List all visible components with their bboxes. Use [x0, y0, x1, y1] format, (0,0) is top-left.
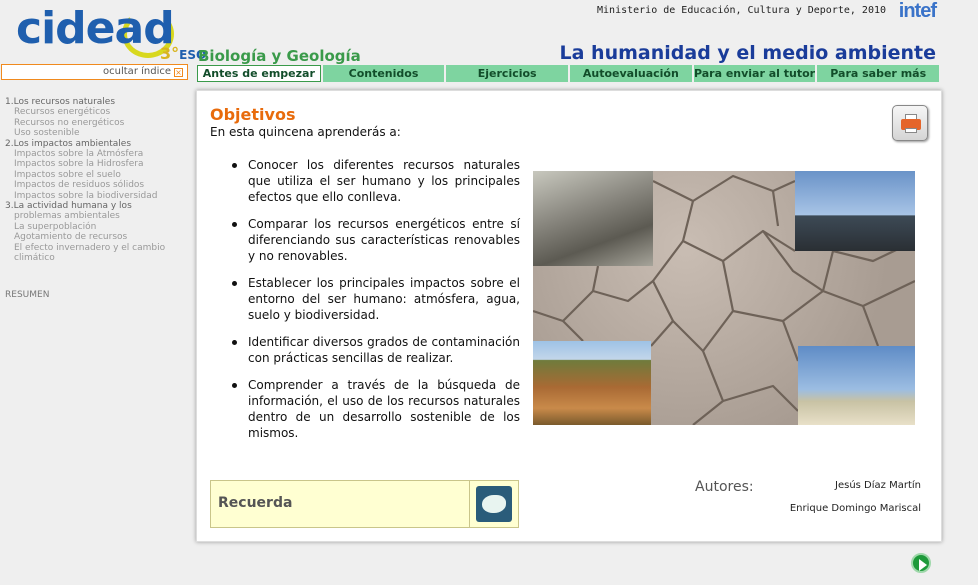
main-tabs: Antes de empezar Contenidos Ejercicios A…: [197, 65, 941, 82]
tab-ejercicios[interactable]: Ejercicios: [446, 65, 569, 82]
recuerda-button[interactable]: Recuerda: [210, 480, 519, 528]
sidebar-item[interactable]: Impactos sobre la Hidrosfera: [5, 159, 190, 169]
sidebar-item[interactable]: Agotamiento de recursos: [5, 232, 190, 242]
page-title: Objetivos: [210, 105, 296, 124]
hide-index-label: ocultar índice: [103, 66, 171, 77]
sidebar-item[interactable]: Impactos de residuos sólidos: [5, 180, 190, 190]
objective-item: Identificar diversos grados de contamina…: [230, 334, 520, 366]
sidebar-item[interactable]: Recursos no energéticos: [5, 118, 190, 128]
tab-contenidos[interactable]: Contenidos: [322, 65, 445, 82]
gas-flare-photo: [798, 346, 915, 425]
next-page-button[interactable]: [911, 553, 931, 573]
recuerda-icon-box: [469, 481, 518, 527]
objective-item: Comparar los recursos energéticos entre …: [230, 216, 520, 264]
tab-para-saber-mas[interactable]: Para saber más: [817, 65, 940, 82]
objective-item: Comprender a través de la búsqueda de in…: [230, 377, 520, 441]
sidebar-item[interactable]: La superpoblación: [5, 222, 190, 232]
authors-label: Autores:: [695, 479, 754, 495]
logo-text: cidead: [16, 3, 175, 54]
subject-title: Biología y Geología: [198, 47, 361, 65]
sidebar-item[interactable]: Uso sostenible: [5, 128, 190, 138]
sidebar-item[interactable]: climático: [5, 253, 190, 263]
tab-autoevaluacion[interactable]: Autoevaluación: [570, 65, 692, 82]
sidebar-item[interactable]: Recursos energéticos: [5, 107, 190, 117]
factory-smoke-photo: [795, 171, 915, 251]
ministry-text: Ministerio de Educación, Cultura y Depor…: [597, 5, 886, 16]
hide-index-button[interactable]: ocultar índice ×: [1, 64, 188, 80]
recuerda-label: Recuerda: [218, 495, 293, 511]
author-name: Enrique Domingo Mariscal: [789, 503, 921, 514]
sidebar-item[interactable]: problemas ambientales: [5, 211, 190, 221]
index-sidebar: 1.Los recursos naturales Recursos energét…: [5, 97, 190, 300]
sidebar-item[interactable]: 2.Los impactos ambientales: [5, 139, 190, 149]
close-icon: ×: [174, 68, 183, 77]
sidebar-item[interactable]: Impactos sobre la Atmósfera: [5, 149, 190, 159]
tab-para-enviar-al-tutor[interactable]: Para enviar al tutor: [693, 65, 816, 82]
objectives-list: Conocer los diferentes recursos naturale…: [230, 157, 520, 452]
objective-item: Conocer los diferentes recursos naturale…: [230, 157, 520, 205]
cidead-logo: cidead 3°ESO: [14, 3, 206, 64]
scrap-waste-photo: [533, 171, 653, 266]
globe-icon: [476, 486, 512, 522]
sidebar-item[interactable]: 3.La actividad humana y los: [5, 201, 190, 211]
tab-antes-de-empezar[interactable]: Antes de empezar: [197, 65, 321, 82]
objective-item: Establecer los principales impactos sobr…: [230, 275, 520, 323]
print-button[interactable]: [892, 105, 928, 141]
environment-photo-collage: [533, 171, 915, 425]
sidebar-item[interactable]: Impactos sobre el suelo: [5, 170, 190, 180]
sidebar-item[interactable]: El efecto invernadero y el cambio: [5, 243, 190, 253]
author-name: Jesús Díaz Martín: [835, 480, 921, 491]
unit-title: La humanidad y el medio ambiente: [559, 42, 936, 64]
sidebar-item[interactable]: Impactos sobre la biodiversidad: [5, 191, 190, 201]
intef-logo: intef: [898, 0, 937, 22]
open-pit-mine-photo: [533, 341, 651, 425]
play-next-icon: [919, 559, 927, 571]
objectives-intro: En esta quincena aprenderás a:: [210, 125, 401, 139]
sidebar-item[interactable]: 1.Los recursos naturales: [5, 97, 190, 107]
content-panel: Objetivos En esta quincena aprenderás a:…: [196, 90, 942, 542]
sidebar-item-resumen[interactable]: RESUMEN: [5, 290, 190, 300]
